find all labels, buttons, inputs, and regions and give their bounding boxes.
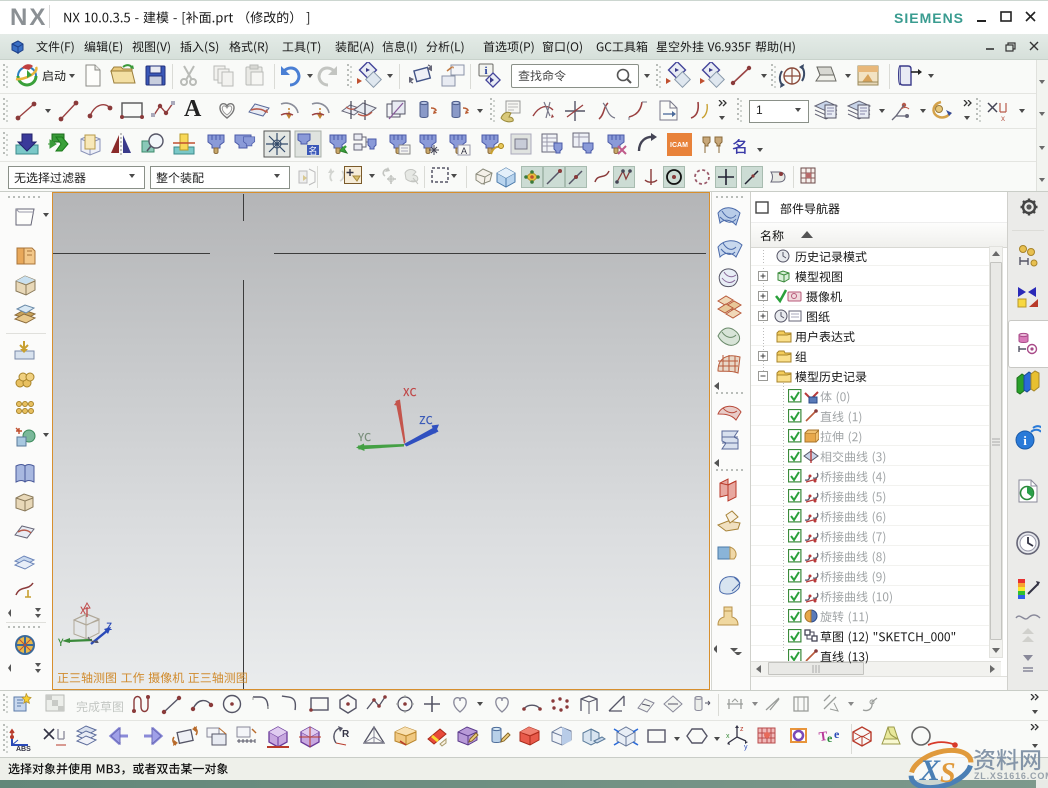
svg-text:i: i xyxy=(1023,433,1027,448)
svg-text:名: 名 xyxy=(308,145,317,156)
svg-text:ICAM: ICAM xyxy=(670,142,688,149)
svg-text:ABS: ABS xyxy=(16,746,31,753)
svg-text:e: e xyxy=(827,731,833,745)
svg-text:y: y xyxy=(744,744,748,751)
svg-text:A: A xyxy=(461,146,467,156)
svg-text:z: z xyxy=(740,726,744,733)
svg-text:X: X xyxy=(919,754,941,787)
svg-text:i: i xyxy=(484,65,487,77)
svg-text:x: x xyxy=(1001,114,1005,123)
svg-text:S: S xyxy=(940,758,956,788)
svg-text:e: e xyxy=(834,727,840,741)
svg-text:R: R xyxy=(342,729,350,740)
svg-text:x: x xyxy=(726,733,730,740)
